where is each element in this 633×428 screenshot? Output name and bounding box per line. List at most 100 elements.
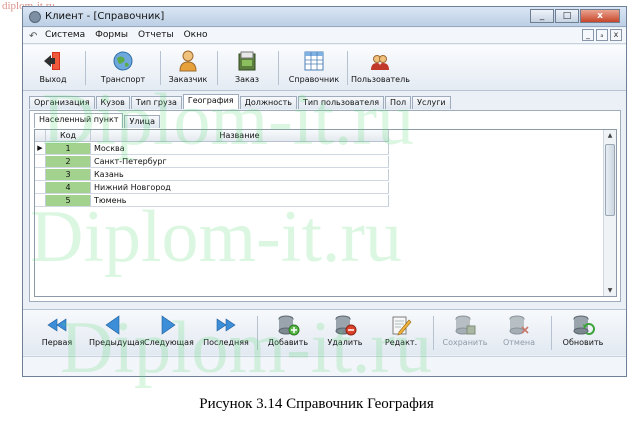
previous-record-button[interactable]: Предыдущая bbox=[89, 314, 144, 347]
tab-geography[interactable]: География bbox=[182, 94, 239, 109]
save-button[interactable]: Сохранить bbox=[441, 314, 489, 347]
menu-window[interactable]: Окно bbox=[184, 30, 208, 40]
order-icon bbox=[238, 51, 256, 71]
toolbar-separator bbox=[85, 51, 86, 85]
menu-forms[interactable]: Формы bbox=[95, 30, 128, 40]
directory-button[interactable]: Справочник bbox=[287, 49, 341, 87]
system-menu-icon[interactable]: ↶ bbox=[29, 31, 37, 42]
cell-name[interactable]: Казань bbox=[91, 169, 389, 180]
previous-record-label: Предыдущая bbox=[89, 338, 145, 347]
tab-services[interactable]: Услуги bbox=[412, 96, 451, 109]
row-indicator bbox=[35, 169, 46, 180]
tab-settlement[interactable]: Населенный пункт bbox=[34, 113, 124, 128]
cell-code[interactable]: 4 bbox=[46, 182, 91, 193]
scroll-thumb[interactable] bbox=[605, 144, 615, 216]
table-row[interactable]: 2 Санкт-Петербург bbox=[35, 156, 389, 168]
maximize-button[interactable]: □ bbox=[555, 9, 579, 23]
column-header-name[interactable]: Название bbox=[91, 130, 389, 141]
cell-code[interactable]: 1 bbox=[46, 143, 91, 154]
save-label: Сохранить bbox=[442, 338, 488, 347]
edit-record-button[interactable]: Редакт. bbox=[383, 314, 419, 347]
edit-record-label: Редакт. bbox=[384, 338, 418, 347]
database-save-icon bbox=[455, 315, 476, 335]
globe-icon bbox=[113, 51, 133, 71]
app-icon bbox=[29, 11, 41, 23]
row-indicator-header bbox=[35, 130, 46, 141]
users-icon bbox=[371, 55, 389, 70]
tab-gender[interactable]: Пол bbox=[385, 96, 412, 109]
last-record-label: Последняя bbox=[203, 338, 249, 347]
mdi-restore-button[interactable]: ₐ bbox=[596, 29, 608, 41]
transport-label: Транспорт bbox=[100, 75, 146, 84]
reference-tabs: Организация Кузов Тип груза География До… bbox=[29, 94, 452, 110]
tab-body[interactable]: Кузов bbox=[95, 96, 130, 109]
tab-organization[interactable]: Организация bbox=[29, 96, 95, 109]
column-header-code[interactable]: Код bbox=[46, 130, 91, 141]
cell-name[interactable]: Нижний Новгород bbox=[91, 182, 389, 193]
add-record-button[interactable]: Добавить bbox=[267, 314, 309, 347]
transport-button[interactable]: Транспорт bbox=[95, 49, 151, 87]
menu-reports[interactable]: Отчеты bbox=[138, 30, 174, 40]
customer-label: Заказчик bbox=[168, 75, 208, 84]
table-icon bbox=[304, 51, 324, 71]
status-bar bbox=[23, 356, 626, 376]
next-record-label: Следующая bbox=[144, 338, 194, 347]
menu-system[interactable]: Система bbox=[45, 30, 85, 40]
geography-subtabs: Населенный пункт Улица bbox=[34, 113, 161, 129]
tab-cargo-type[interactable]: Тип груза bbox=[130, 96, 182, 109]
cell-code[interactable]: 2 bbox=[46, 156, 91, 167]
database-refresh-icon bbox=[573, 315, 595, 335]
cell-code[interactable]: 3 bbox=[46, 169, 91, 180]
vertical-scrollbar[interactable]: ▲ ▼ bbox=[603, 130, 616, 296]
main-toolbar: Выход Транспорт Заказчик Заказ Справочни… bbox=[23, 45, 626, 91]
directory-label: Справочник bbox=[288, 75, 340, 84]
arrow-right-icon bbox=[161, 315, 176, 335]
scroll-down-icon[interactable]: ▼ bbox=[604, 285, 616, 296]
cell-name[interactable]: Санкт-Петербург bbox=[91, 156, 389, 167]
current-row-indicator-icon: ▶ bbox=[35, 143, 46, 154]
cell-name[interactable]: Москва bbox=[91, 143, 389, 154]
order-button[interactable]: Заказ bbox=[227, 49, 267, 87]
cell-name[interactable]: Тюмень bbox=[91, 195, 389, 206]
tab-street[interactable]: Улица bbox=[124, 115, 161, 128]
double-arrow-left-icon bbox=[47, 318, 67, 332]
last-record-button[interactable]: Последняя bbox=[203, 314, 249, 347]
row-indicator bbox=[35, 195, 46, 206]
arrow-left-icon bbox=[105, 315, 120, 335]
toolbar-separator bbox=[217, 51, 218, 85]
user-button[interactable]: Пользователь bbox=[351, 49, 410, 87]
exit-button[interactable]: Выход bbox=[33, 49, 73, 87]
order-label: Заказ bbox=[234, 75, 260, 84]
first-record-button[interactable]: Первая bbox=[37, 314, 77, 347]
user-label: Пользователь bbox=[351, 75, 410, 84]
scroll-up-icon[interactable]: ▲ bbox=[604, 130, 616, 141]
refresh-button[interactable]: Обновить bbox=[561, 314, 605, 347]
close-button[interactable]: x bbox=[580, 9, 620, 23]
table-row[interactable]: 4 Нижний Новгород bbox=[35, 182, 389, 194]
cancel-label: Отмена bbox=[502, 338, 536, 347]
tab-position[interactable]: Должность bbox=[239, 96, 297, 109]
database-cancel-icon bbox=[509, 315, 529, 335]
mdi-minimize-button[interactable]: _ bbox=[582, 29, 594, 41]
table-row[interactable]: 5 Тюмень bbox=[35, 195, 389, 207]
navbar-separator bbox=[257, 316, 258, 350]
customer-button[interactable]: Заказчик bbox=[165, 49, 211, 87]
edit-icon bbox=[392, 316, 412, 336]
figure-caption: Рисунок 3.14 Справочник География bbox=[199, 396, 434, 412]
mdi-close-button[interactable]: x bbox=[610, 29, 622, 41]
double-arrow-right-icon bbox=[216, 318, 236, 332]
grid-header: Код Название bbox=[35, 130, 389, 142]
delete-record-button[interactable]: Удалить bbox=[325, 314, 365, 347]
minimize-button[interactable]: _ bbox=[530, 9, 554, 23]
geography-panel: Населенный пункт Улица Код Название ▶ 1 … bbox=[29, 110, 621, 302]
next-record-button[interactable]: Следующая bbox=[144, 314, 194, 347]
row-indicator bbox=[35, 182, 46, 193]
table-row[interactable]: 3 Казань bbox=[35, 169, 389, 181]
tab-user-type[interactable]: Тип пользователя bbox=[297, 96, 385, 109]
toolbar-separator bbox=[347, 51, 348, 85]
window-title: Клиент - [Справочник] bbox=[45, 11, 165, 22]
database-add-icon bbox=[278, 315, 300, 336]
table-row[interactable]: ▶ 1 Москва bbox=[35, 143, 389, 155]
cell-code[interactable]: 5 bbox=[46, 195, 91, 206]
cancel-button[interactable]: Отмена bbox=[501, 314, 537, 347]
